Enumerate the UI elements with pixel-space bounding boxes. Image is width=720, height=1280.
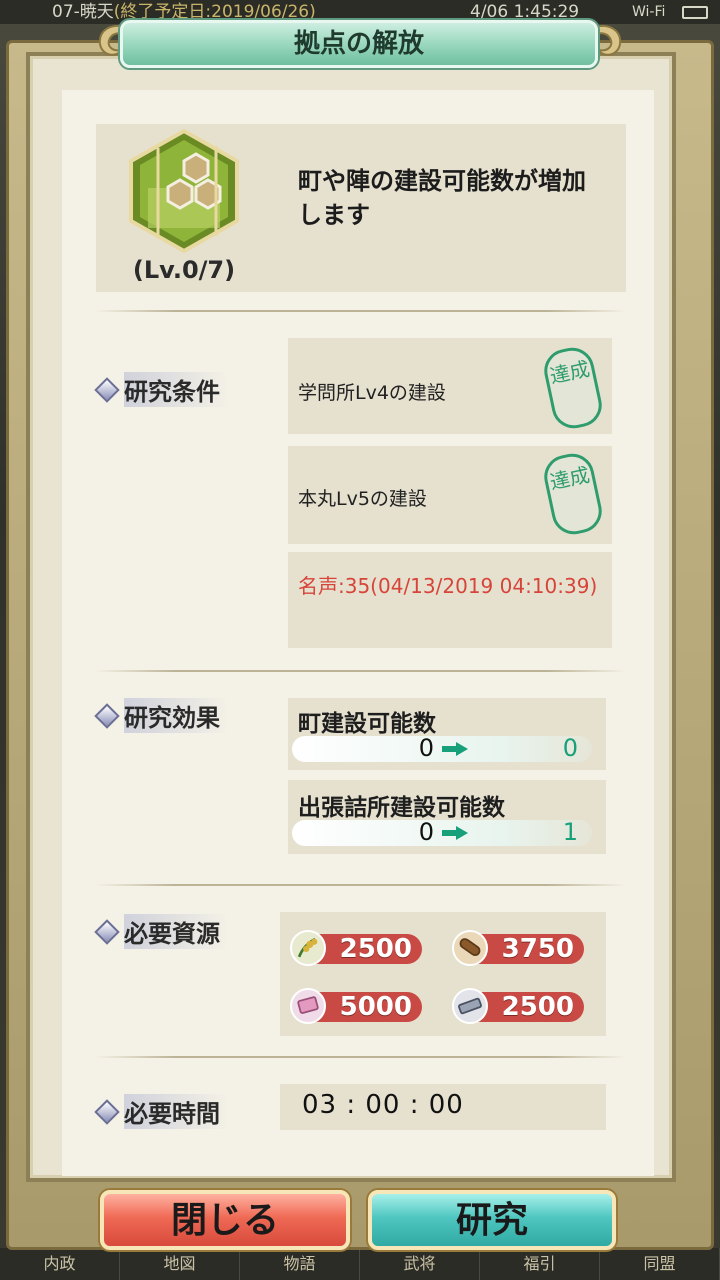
nav-item-lottery[interactable]: 福引: [480, 1248, 600, 1280]
effect-to-value: 0: [562, 734, 578, 762]
research-description: 町や陣の建設可能数が増加します: [298, 167, 586, 229]
nav-item-map[interactable]: 地図: [120, 1248, 240, 1280]
iron-icon: [452, 988, 488, 1024]
fame-condition-text: 名声:35(04/13/2019 04:10:39): [298, 574, 598, 598]
resources-label: 必要資源: [94, 914, 228, 949]
condition-text: 学問所Lv4の建設: [298, 382, 446, 404]
divider: [96, 310, 626, 312]
effect-from-value: 0: [418, 734, 434, 762]
cloth-icon: [290, 988, 326, 1024]
arrow-right-icon: [442, 742, 468, 756]
condition-text: 本丸Lv5の建設: [298, 488, 427, 510]
diamond-icon: [94, 1098, 120, 1125]
conditions-label: 研究条件: [94, 372, 228, 407]
diamond-icon: [94, 702, 120, 729]
wifi-label: Wi-Fi: [632, 4, 666, 20]
nav-item-alliance[interactable]: 同盟: [600, 1248, 720, 1280]
divider: [96, 884, 626, 886]
close-button[interactable]: 閉じる: [100, 1190, 350, 1250]
effect-from-value: 0: [418, 818, 434, 846]
research-hex-icon: [129, 128, 239, 254]
research-level: (Lv.0/7): [132, 256, 236, 284]
arrow-right-icon: [442, 826, 468, 840]
wood-icon: [452, 930, 488, 966]
effect-to-value: 1: [562, 818, 578, 846]
research-button[interactable]: 研究: [368, 1190, 616, 1250]
rice-icon: [290, 930, 326, 966]
time-label: 必要時間: [94, 1094, 228, 1129]
diamond-icon: [94, 918, 120, 945]
divider: [96, 1056, 626, 1058]
nav-item-generals[interactable]: 武将: [360, 1248, 480, 1280]
effect-name: 出張詰所建設可能数: [298, 795, 505, 821]
divider: [96, 670, 626, 672]
effects-label: 研究効果: [94, 698, 228, 733]
nav-item-story[interactable]: 物語: [240, 1248, 360, 1280]
battery-icon: [682, 6, 708, 19]
required-time-value: 03 : 00 : 00: [302, 1090, 464, 1120]
dialog-title: 拠点の解放: [120, 20, 598, 68]
bottom-nav: 内政 地図 物語 武将 福引 同盟: [0, 1248, 720, 1280]
effect-name: 町建設可能数: [298, 711, 436, 737]
nav-item-naisei[interactable]: 内政: [0, 1248, 120, 1280]
diamond-icon: [94, 376, 120, 403]
